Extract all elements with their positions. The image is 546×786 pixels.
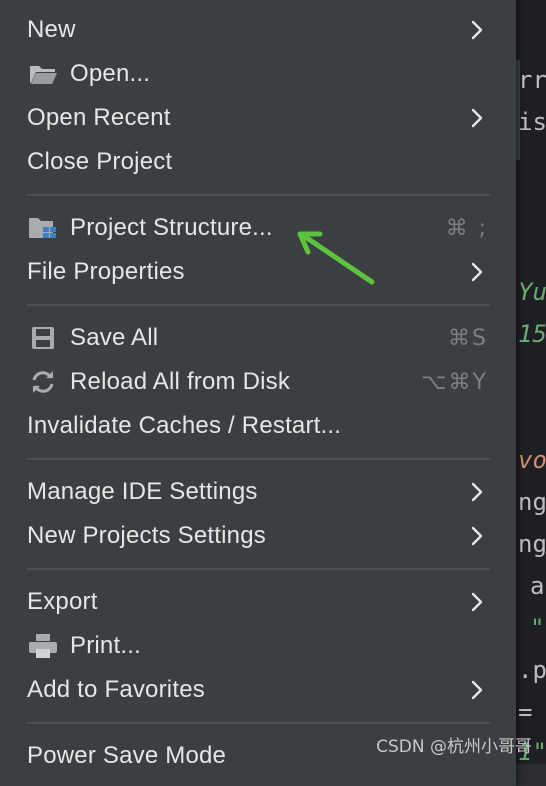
code-line: .p — [518, 656, 546, 684]
menu-item-close-project[interactable]: Close Project — [0, 140, 516, 184]
menu-item-label: Export — [27, 588, 98, 615]
menu-separator — [27, 722, 490, 724]
submenu-arrow-icon — [471, 482, 483, 502]
menu-item-label: Reload All from Disk — [70, 368, 291, 395]
code-line: " — [530, 614, 545, 642]
file-menu: New Open... Open Recent Close Project Pr… — [0, 0, 516, 786]
save-icon — [27, 323, 59, 353]
menu-item-print[interactable]: Print... — [0, 624, 516, 668]
reload-icon — [27, 367, 59, 397]
code-line: Yu — [518, 278, 546, 306]
watermark: CSDN @杭州小哥哥 — [376, 737, 532, 757]
menu-item-label: Save All — [70, 324, 159, 351]
menu-item-label: Power Save Mode — [27, 742, 227, 769]
keyboard-shortcut: ⌘ ; — [445, 215, 488, 241]
code-line: a — [530, 572, 545, 600]
menu-item-project-structure[interactable]: Project Structure... ⌘ ; — [0, 206, 516, 250]
editor-background: rr is Yu 15 vo ng ng a " .p = 1" — [516, 0, 546, 764]
menu-separator — [27, 304, 490, 306]
code-line: 15 — [518, 320, 546, 348]
annotation-arrow-icon — [297, 231, 375, 285]
menu-item-label: Print... — [70, 632, 141, 659]
menu-item-save-all[interactable]: Save All ⌘S — [0, 316, 516, 360]
menu-item-label: New Projects Settings — [27, 522, 266, 549]
keyboard-shortcut: ⌘S — [448, 325, 488, 351]
project-structure-icon — [27, 213, 59, 243]
menu-item-new[interactable]: New — [0, 8, 516, 52]
menu-item-new-projects-settings[interactable]: New Projects Settings — [0, 514, 516, 558]
submenu-arrow-icon — [471, 20, 483, 40]
menu-item-label: Close Project — [27, 148, 173, 175]
menu-item-label: Open Recent — [27, 104, 171, 131]
menu-item-open[interactable]: Open... — [0, 52, 516, 96]
menu-item-label: Open... — [70, 60, 151, 87]
printer-icon — [27, 631, 59, 661]
menu-item-label: Manage IDE Settings — [27, 478, 258, 505]
submenu-arrow-icon — [471, 108, 483, 128]
menu-separator — [27, 458, 490, 460]
submenu-arrow-icon — [471, 680, 483, 700]
submenu-arrow-icon — [471, 262, 483, 282]
submenu-arrow-icon — [471, 592, 483, 612]
menu-item-invalidate-caches[interactable]: Invalidate Caches / Restart... — [0, 404, 516, 448]
menu-item-open-recent[interactable]: Open Recent — [0, 96, 516, 140]
menu-item-manage-ide-settings[interactable]: Manage IDE Settings — [0, 470, 516, 514]
keyboard-shortcut: ⌥⌘Y — [421, 369, 488, 395]
menu-item-export[interactable]: Export — [0, 580, 516, 624]
code-line: ng — [518, 530, 546, 558]
code-line: = — [518, 698, 533, 726]
code-line: rr — [518, 66, 546, 94]
menu-separator — [27, 568, 490, 570]
menu-separator — [27, 194, 490, 196]
code-line: is — [518, 108, 546, 136]
folder-open-icon — [27, 59, 59, 89]
menu-item-label: Invalidate Caches / Restart... — [27, 412, 342, 439]
menu-item-label: Add to Favorites — [27, 676, 205, 703]
code-line: ng — [518, 488, 546, 516]
menu-item-label: Project Structure... — [70, 214, 273, 241]
code-line: vo — [518, 446, 546, 474]
menu-item-file-properties[interactable]: File Properties — [0, 250, 516, 294]
submenu-arrow-icon — [471, 526, 483, 546]
menu-item-add-to-favorites[interactable]: Add to Favorites — [0, 668, 516, 712]
menu-item-label: File Properties — [27, 258, 185, 285]
menu-item-label: New — [27, 16, 76, 43]
menu-item-reload-all[interactable]: Reload All from Disk ⌥⌘Y — [0, 360, 516, 404]
